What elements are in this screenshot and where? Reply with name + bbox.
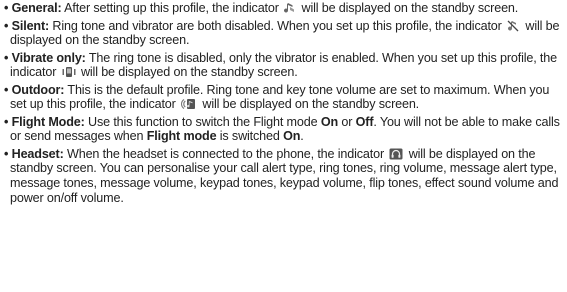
profile-term-vibrate: Vibrate only:	[11, 50, 86, 65]
profile-text: will be displayed on the standby screen.	[199, 97, 420, 112]
flight-mode-keyword: Flight mode	[146, 129, 217, 144]
profile-text: Use this function to switch the Flight m…	[84, 114, 321, 129]
profile-term-flight: Flight Mode:	[11, 114, 85, 129]
manual-page: • General: After setting up this profile…	[0, 0, 567, 292]
outdoor-profile-icon	[181, 98, 197, 110]
off-keyword: Off	[355, 114, 374, 129]
bullet: •	[4, 114, 9, 129]
profile-silent-item: • Silent: Ring tone and vibrator are bot…	[4, 19, 561, 48]
profile-headset-item: • Headset: When the headset is connected…	[4, 147, 561, 205]
profile-text: After setting up this profile, the indic…	[61, 1, 283, 15]
profile-text: will be displayed on the standby screen.	[77, 65, 298, 80]
profile-text: will be displayed on the standby screen.	[298, 1, 519, 15]
on-keyword: On	[283, 129, 301, 144]
general-profile-icon	[284, 2, 296, 14]
profile-text: Ring tone and vibrator are both disabled…	[49, 18, 506, 33]
profile-vibrate-item: • Vibrate only: The ring tone is disable…	[4, 51, 561, 80]
bullet: •	[4, 1, 9, 15]
bullet: •	[4, 146, 9, 161]
profile-general-item: • General: After setting up this profile…	[4, 1, 561, 16]
bullet: •	[4, 82, 9, 97]
profile-term-outdoor: Outdoor:	[11, 82, 65, 97]
profile-text: is switched	[216, 129, 284, 144]
profile-flight-item: • Flight Mode: Use this function to swit…	[4, 115, 561, 144]
on-keyword: On	[320, 114, 339, 129]
profile-term-headset: Headset:	[11, 146, 64, 161]
bullet: •	[4, 18, 9, 33]
profile-term-silent: Silent:	[11, 18, 50, 33]
profile-term-general: General:	[11, 1, 62, 15]
vibrate-profile-icon	[62, 66, 76, 78]
headset-profile-icon	[389, 148, 403, 160]
profile-text: .	[300, 129, 304, 144]
silent-profile-icon	[507, 20, 520, 32]
profile-outdoor-item: • Outdoor: This is the default profile. …	[4, 83, 561, 112]
bullet: •	[4, 50, 9, 65]
profile-text: When the headset is connected to the pho…	[63, 146, 388, 161]
profile-text: or	[338, 114, 356, 129]
